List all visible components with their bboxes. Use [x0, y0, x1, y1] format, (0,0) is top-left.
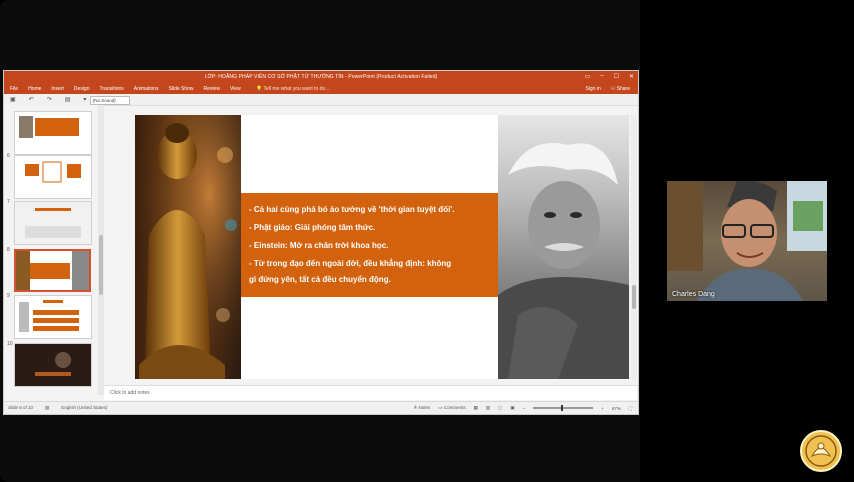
- start-slideshow-icon[interactable]: ▤: [65, 96, 71, 103]
- undo-icon[interactable]: ↶: [29, 96, 34, 103]
- sign-in-link[interactable]: Sign in: [585, 86, 600, 92]
- bullet-2: - Phật giáo: Giải phóng tâm thức.: [249, 223, 376, 232]
- slide-number: 9: [7, 293, 10, 299]
- window-title: LỚP: HOẰNG PHÁP VIÊN CƠ SỞ PHẬT TỬ THƯỜN…: [204, 74, 438, 80]
- scrollbar-knob[interactable]: [99, 235, 103, 295]
- buddha-illustration: [135, 115, 241, 379]
- person-icon: ⚇: [610, 86, 616, 92]
- zoom-slider[interactable]: [533, 405, 594, 411]
- einstein-illustration: [498, 143, 629, 379]
- ribbon-tab-animations[interactable]: Animations: [134, 86, 159, 92]
- slide-canvas[interactable]: - Cả hai cùng phá bỏ ảo tưởng về 'thời g…: [135, 115, 629, 379]
- slide-text-box[interactable]: - Cả hai cùng phá bỏ ảo tưởng về 'thời g…: [241, 193, 499, 297]
- slide-thumbnail[interactable]: [14, 201, 92, 245]
- ribbon-tab-review[interactable]: Review: [204, 86, 220, 92]
- reading-view-icon[interactable]: ▢: [498, 405, 502, 411]
- slide-number: 8: [7, 247, 10, 253]
- ribbon-tabs: File Home Insert Design Transitions Animation…: [4, 83, 638, 94]
- ribbon-tab-design[interactable]: Design: [74, 86, 90, 92]
- zoom-slider-thumb[interactable]: [561, 405, 564, 411]
- buddha-image: [135, 115, 241, 379]
- bullet-5: gì đứng yên, tất cả đều chuyển động.: [249, 275, 391, 284]
- tell-me-text: Tell me what you want to do...: [263, 86, 330, 92]
- ribbon-tab-transitions[interactable]: Transitions: [100, 86, 124, 92]
- thumbnail-art: [16, 251, 89, 290]
- ribbon-tab-view[interactable]: View: [230, 86, 241, 92]
- thumbnail-art: [19, 300, 79, 332]
- slide-sorter-icon[interactable]: ▥: [486, 405, 490, 411]
- screen-share-area: LỚP: HOẰNG PHÁP VIÊN CƠ SỞ PHẬT TỬ THƯỜN…: [0, 0, 640, 482]
- slide-thumbnail[interactable]: [14, 295, 92, 339]
- slide-number: 10: [7, 341, 13, 347]
- thumbnail-art: [15, 344, 91, 386]
- participant-name: Charles Dang: [672, 291, 715, 298]
- notes-label: Notes: [418, 405, 431, 410]
- ribbon-tab-insert[interactable]: Insert: [51, 86, 64, 92]
- tell-me-search[interactable]: 💡 Tell me what you want to do...: [256, 86, 329, 92]
- scrollbar-knob[interactable]: [632, 285, 636, 309]
- thumbnail-art: [15, 202, 91, 244]
- ribbon-tab-file[interactable]: File: [10, 86, 18, 92]
- powerpoint-window: LỚP: HOẰNG PHÁP VIÊN CƠ SỞ PHẬT TỬ THƯỜN…: [3, 70, 639, 415]
- bullet-4: - Từ trong đạo đến ngoài đời, đều khẳng …: [249, 259, 452, 268]
- thumbnail-art: [19, 116, 79, 138]
- share-label: Share: [616, 86, 630, 92]
- slide-thumbnail-selected[interactable]: [14, 249, 91, 292]
- participant-video[interactable]: Charles Dang: [667, 181, 827, 301]
- bullet-1: - Cả hai cùng phá bỏ ảo tưởng về 'thời g…: [249, 205, 455, 214]
- meeting-stage: LỚP: HOẰNG PHÁP VIÊN CƠ SỞ PHẬT TỬ THƯỜN…: [0, 0, 854, 482]
- thumbnail-art: [25, 161, 81, 183]
- slide-counter: Slide 8 of 10: [8, 405, 34, 410]
- slide-thumbnail[interactable]: [14, 155, 92, 199]
- status-bar: Slide 8 of 10 ▧ English (United States) …: [4, 401, 638, 414]
- ribbon-display-icon[interactable]: ▭: [585, 73, 591, 80]
- comments-label: Comments: [443, 405, 466, 410]
- slide-number: 7: [7, 199, 10, 205]
- close-icon[interactable]: ✕: [629, 73, 634, 80]
- slideshow-view-icon[interactable]: ▣: [510, 405, 514, 411]
- customize-icon[interactable]: ▾: [83, 96, 86, 103]
- ribbon-tab-slide-show[interactable]: Slide Show: [169, 86, 194, 92]
- notes-pane[interactable]: Click to add notes: [104, 385, 637, 400]
- maximize-icon[interactable]: ☐: [614, 73, 619, 80]
- thumbnails-scrollbar[interactable]: [98, 105, 104, 395]
- slide-scrollbar[interactable]: [631, 115, 637, 379]
- share-button[interactable]: ⚇ Share: [611, 86, 630, 92]
- organization-logo: [800, 430, 842, 472]
- slide-number: 6: [7, 153, 10, 159]
- sound-dropdown[interactable]: [No Sound]: [90, 96, 130, 105]
- zoom-in-icon[interactable]: +: [601, 406, 604, 411]
- slide-thumbnail[interactable]: [14, 111, 92, 155]
- zoom-level[interactable]: 67%: [612, 406, 621, 411]
- comment-icon: ▭: [438, 405, 443, 410]
- zoom-out-icon[interactable]: –: [523, 406, 526, 411]
- title-bar: LỚP: HOẰNG PHÁP VIÊN CƠ SỞ PHẬT TỬ THƯỜN…: [4, 71, 638, 83]
- minimize-icon[interactable]: –: [600, 73, 603, 80]
- notes-button[interactable]: ≙ Notes: [414, 405, 431, 411]
- participant-video-frame: [667, 181, 827, 301]
- ribbon-tab-home[interactable]: Home: [28, 86, 41, 92]
- lotus-logo-icon: [805, 435, 837, 467]
- fit-slide-icon[interactable]: ⛶: [629, 406, 632, 411]
- save-icon[interactable]: ▣: [10, 96, 16, 103]
- normal-view-icon[interactable]: ▦: [474, 405, 478, 411]
- comments-button[interactable]: ▭ Comments: [438, 405, 465, 411]
- slide-thumbnails-pane: 6 7 8 9 10: [4, 105, 98, 395]
- redo-icon[interactable]: ↷: [47, 96, 52, 103]
- spellcheck-icon[interactable]: ▧: [45, 405, 49, 411]
- notes-placeholder: Click to add notes: [110, 390, 150, 396]
- einstein-photo: [498, 115, 629, 379]
- bullet-3: - Einstein: Mở ra chân trời khoa học.: [249, 241, 389, 250]
- notes-icon: ≙: [413, 405, 418, 410]
- language-indicator[interactable]: English (United States): [61, 405, 107, 411]
- slide-thumbnail[interactable]: [14, 343, 92, 387]
